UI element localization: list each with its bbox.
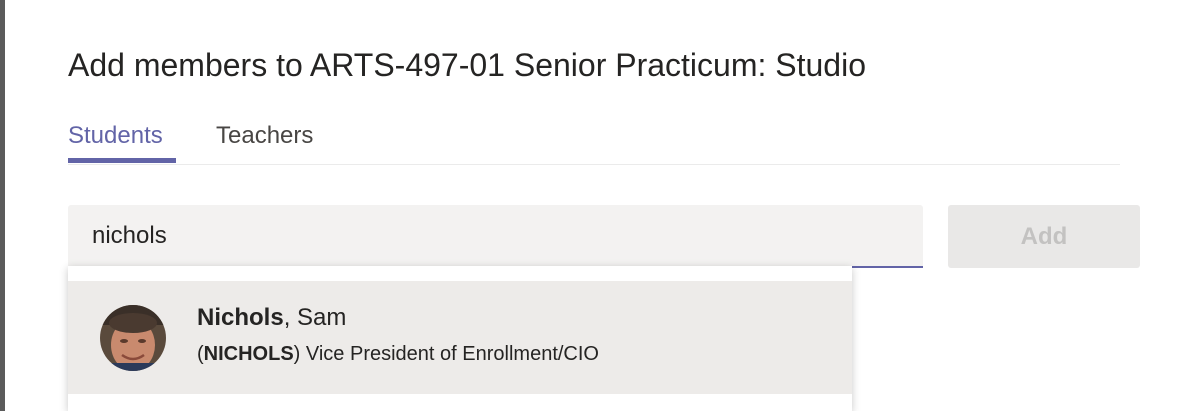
dialog-title: Add members to ARTS-497-01 Senior Practi… xyxy=(68,47,866,83)
suggestion-user-id: NICHOLS xyxy=(203,343,294,365)
window-edge xyxy=(0,0,5,411)
suggestions-dropdown: Nichols, Sam (NICHOLS) Vice President of… xyxy=(68,266,852,411)
suggestion-detail: (NICHOLS) Vice President of Enrollment/C… xyxy=(197,339,599,369)
tab-teachers[interactable]: Teachers xyxy=(216,120,313,152)
suggestion-item[interactable]: Nichols, Sam (NICHOLS) Vice President of… xyxy=(68,281,852,394)
user-avatar-icon xyxy=(100,305,166,371)
suggestion-name: Nichols, Sam xyxy=(197,301,346,335)
member-type-tabs: Students Teachers xyxy=(68,114,1120,165)
suggestion-open-paren: ( xyxy=(197,343,204,365)
suggestion-job-title: ) Vice President of Enrollment/CIO xyxy=(293,343,599,365)
search-field[interactable] xyxy=(68,205,923,268)
suggestion-given-name: , Sam xyxy=(283,304,347,331)
tab-students[interactable]: Students xyxy=(68,120,163,152)
suggestion-surname: Nichols xyxy=(197,304,284,331)
search-input[interactable] xyxy=(68,205,923,266)
active-tab-indicator xyxy=(68,158,176,163)
add-members-dialog: Add members to ARTS-497-01 Senior Practi… xyxy=(0,0,1197,411)
add-button[interactable]: Add xyxy=(948,205,1140,268)
